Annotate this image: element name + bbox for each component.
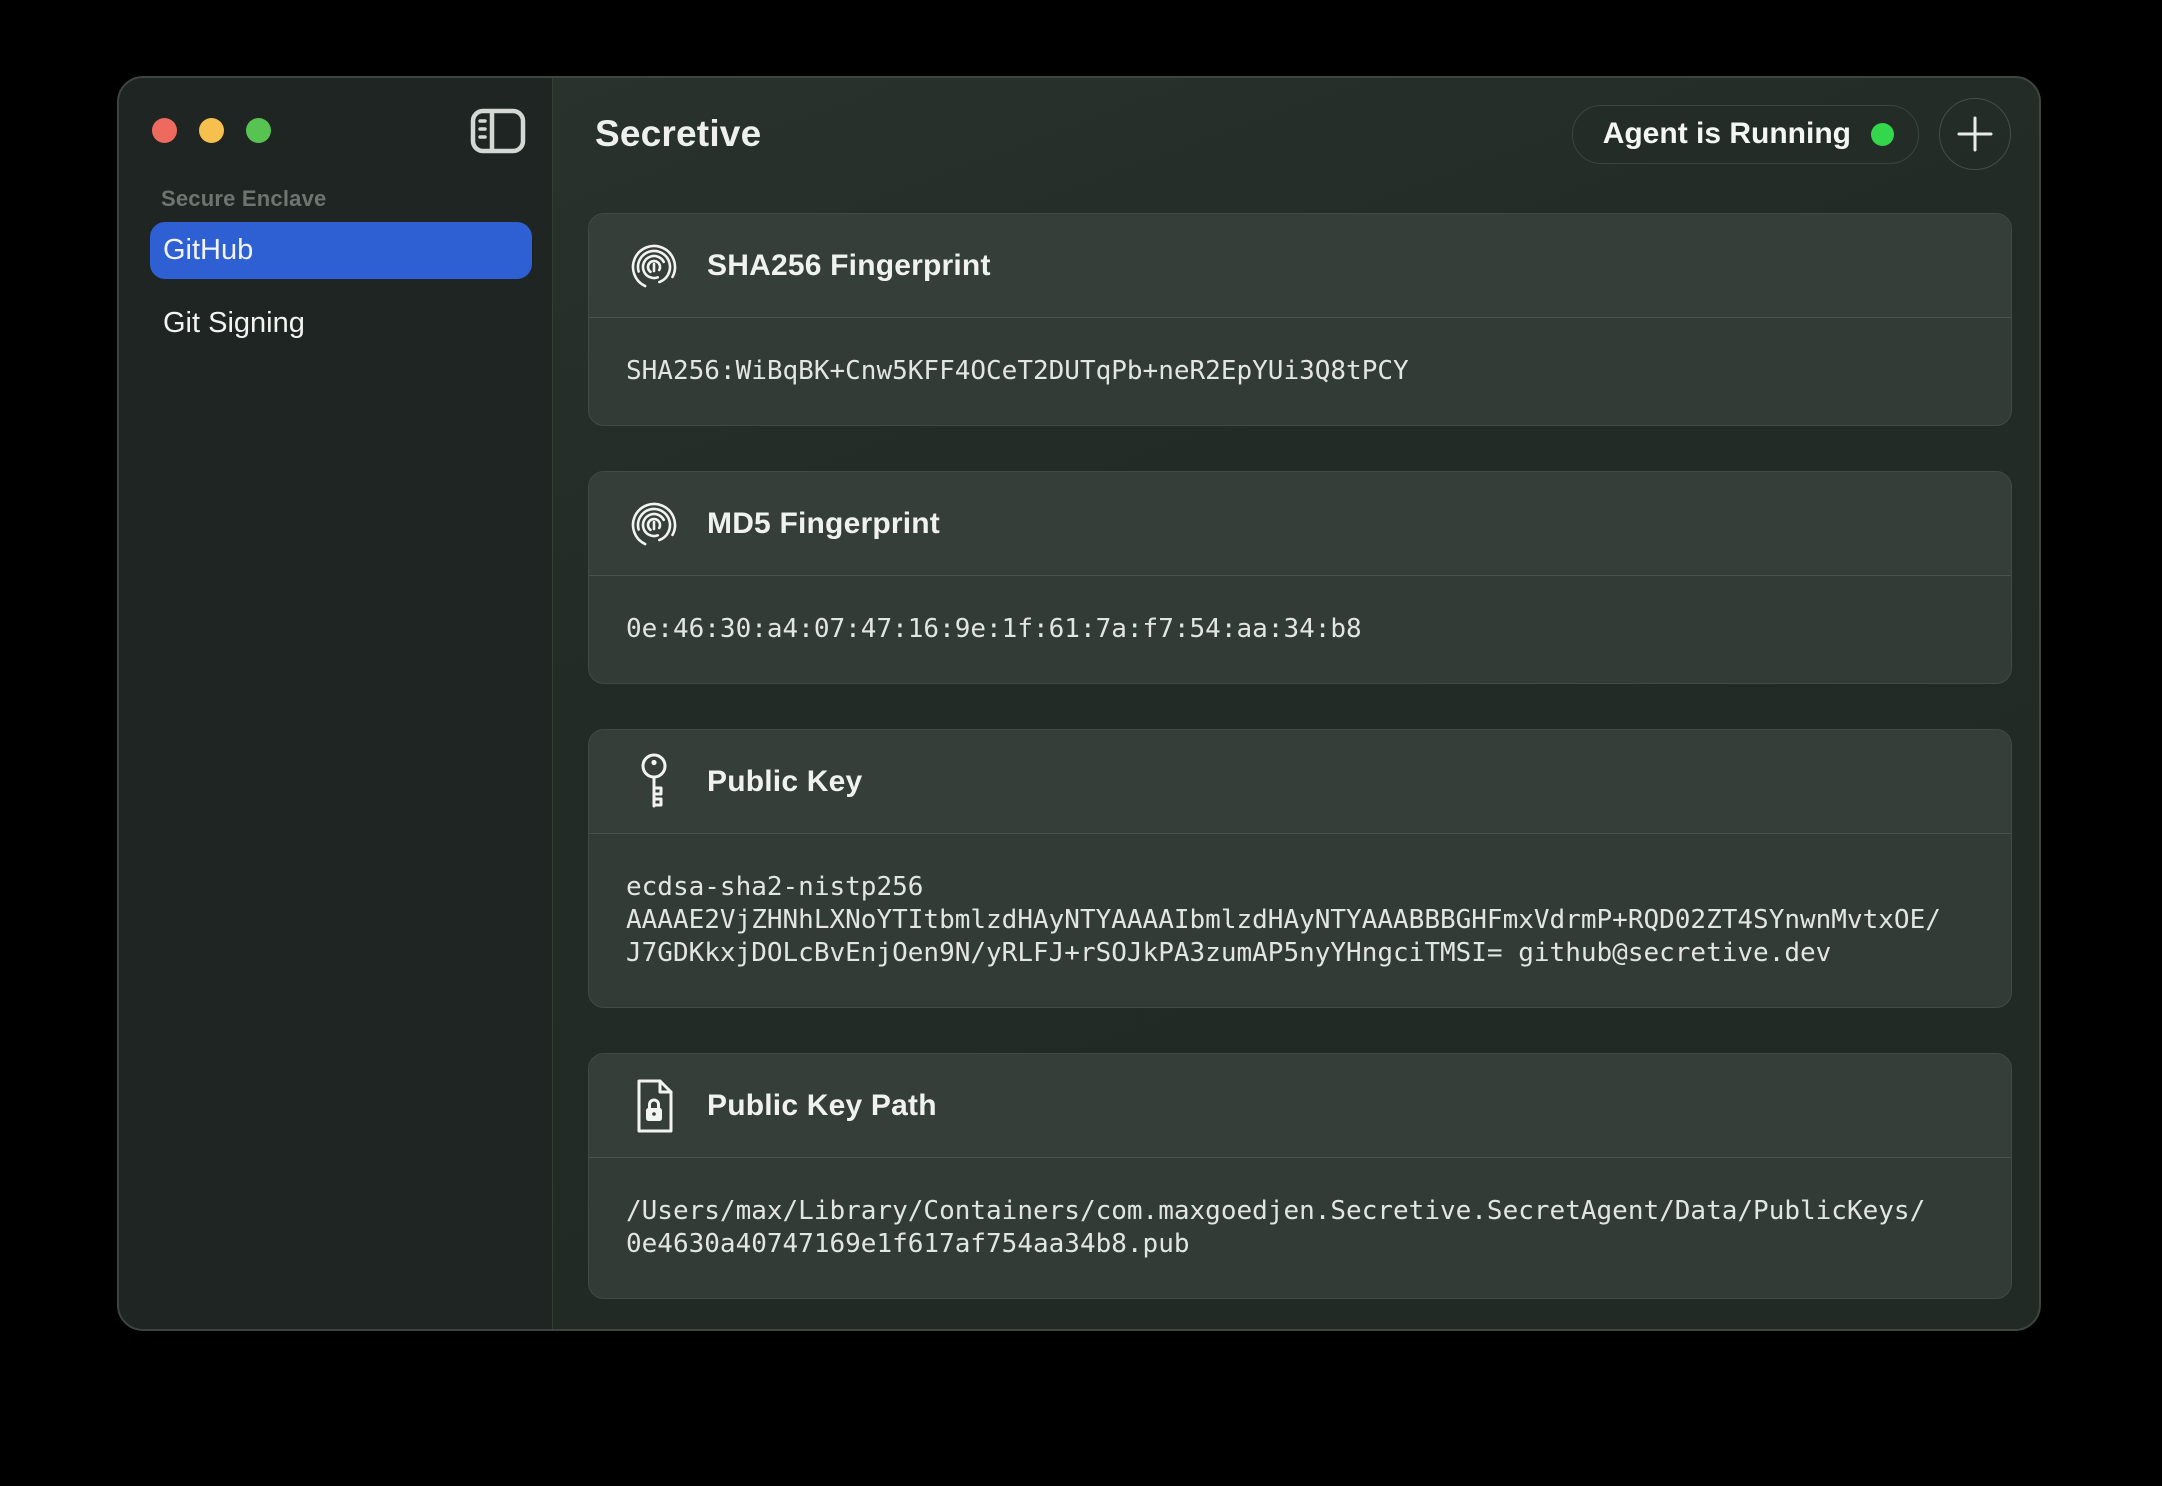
public-key-line: J7GDKkxjDOLcBvEnjOen9N/yRLFJ+rSOJkPA3zum… [626,937,1974,970]
sidebar-item-label: GitHub [163,234,253,267]
public-key-card: Public Key ecdsa-sha2-nistp256 AAAAE2VjZ… [588,729,2012,1008]
card-title: MD5 Fingerprint [707,507,940,541]
sidebar-item-label: Git Signing [163,307,305,340]
card-value: ecdsa-sha2-nistp256 AAAAE2VjZHNhLXNoYTIt… [589,834,2011,1007]
card-title: Public Key Path [707,1089,937,1123]
public-key-path-line: 0e4630a40747169e1f617af754aa34b8.pub [626,1228,1974,1261]
main-area: Secretive Agent is Running [553,78,2039,1329]
public-key-line: AAAAE2VjZHNhLXNoYTItbmlzdHAyNTYAAAAIbmlz… [626,904,1974,937]
sidebar-toggle-button[interactable] [470,105,526,157]
md5-value: 0e:46:30:a4:07:47:16:9e:1f:61:7a:f7:54:a… [626,613,1974,646]
minimize-button[interactable] [199,118,224,143]
sidebar-section-label: Secure Enclave [161,186,326,212]
md5-fingerprint-card: MD5 Fingerprint 0e:46:30:a4:07:47:16:9e:… [588,471,2012,684]
agent-status-badge[interactable]: Agent is Running [1572,105,1919,164]
card-title: SHA256 Fingerprint [707,249,991,283]
card-value: SHA256:WiBqBK+Cnw5KFF4OCeT2DUTqPb+neR2Ep… [589,318,2011,425]
traffic-lights [152,118,271,143]
card-header: SHA256 Fingerprint [589,214,2011,318]
plus-icon [1956,115,1994,153]
card-value: 0e:46:30:a4:07:47:16:9e:1f:61:7a:f7:54:a… [589,576,2011,683]
agent-status-label: Agent is Running [1603,117,1851,151]
card-header: MD5 Fingerprint [589,472,2011,576]
zoom-button[interactable] [246,118,271,143]
key-detail-cards: SHA256 Fingerprint SHA256:WiBqBK+Cnw5KFF… [588,213,2012,1299]
sidebar-item-github[interactable]: GitHub [150,222,532,279]
card-header: Public Key [589,730,2011,834]
sha256-value: SHA256:WiBqBK+Cnw5KFF4OCeT2DUTqPb+neR2Ep… [626,355,1974,388]
close-button[interactable] [152,118,177,143]
app-window: Secure Enclave GitHub Git Signing Secret… [117,76,2041,1331]
status-dot-icon [1871,123,1894,146]
main-header: Secretive Agent is Running [553,78,2039,166]
sidebar: Secure Enclave GitHub Git Signing [119,78,553,1329]
card-value: /Users/max/Library/Containers/com.maxgoe… [589,1158,2011,1298]
public-key-line: ecdsa-sha2-nistp256 [626,871,1974,904]
document-lock-icon [625,1078,683,1134]
page-title: Secretive [595,113,761,155]
public-key-path-card: Public Key Path /Users/max/Library/Conta… [588,1053,2012,1299]
card-header: Public Key Path [589,1054,2011,1158]
sidebar-toggle-icon [470,107,526,155]
key-icon [625,752,683,812]
fingerprint-icon [625,496,683,552]
add-key-button[interactable] [1939,98,2011,170]
public-key-path-line: /Users/max/Library/Containers/com.maxgoe… [626,1195,1974,1228]
card-title: Public Key [707,765,862,799]
sidebar-item-git-signing[interactable]: Git Signing [150,295,532,352]
sha256-fingerprint-card: SHA256 Fingerprint SHA256:WiBqBK+Cnw5KFF… [588,213,2012,426]
fingerprint-icon [625,238,683,294]
